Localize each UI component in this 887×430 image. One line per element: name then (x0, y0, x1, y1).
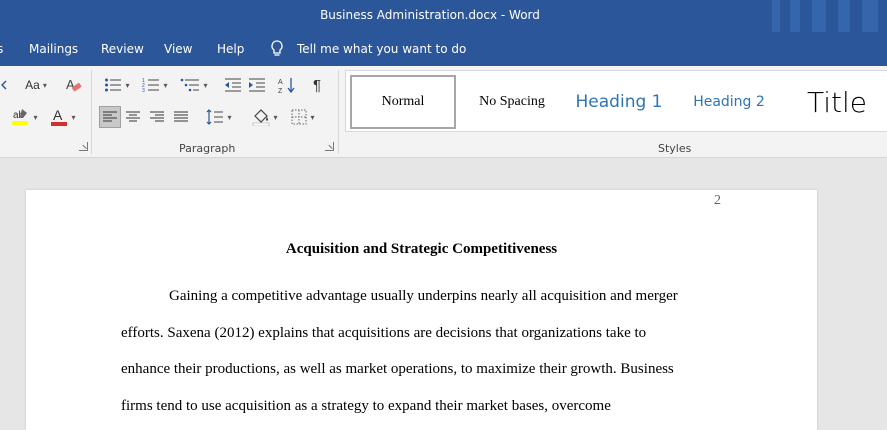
clear-formatting-button[interactable]: A (62, 74, 84, 96)
styles-group-label: Styles (658, 142, 692, 155)
borders-icon (291, 109, 307, 125)
tab-review[interactable]: Review (101, 42, 144, 56)
line-spacing-icon (207, 109, 224, 125)
font-color-icon: A (51, 107, 68, 126)
decrease-indent-button[interactable] (222, 74, 244, 96)
justify-button[interactable] (170, 106, 192, 128)
chevron-down-icon: ▾ (33, 112, 38, 122)
align-left-button[interactable] (99, 106, 121, 128)
paragraph-dialog-launcher-icon[interactable] (325, 142, 334, 151)
align-right-icon (150, 111, 164, 122)
body-line: enhance their productions, as well as ma… (121, 361, 674, 377)
ribbon-tabs: s Mailings Review View Help Tell me what… (0, 32, 887, 66)
chevron-down-icon: ▾ (71, 112, 76, 122)
shading-button[interactable]: ▾ (248, 106, 282, 128)
clear-formatting-icon: A (66, 77, 82, 92)
style-normal[interactable]: Normal (350, 75, 456, 129)
tab-view[interactable]: View (164, 42, 192, 56)
font-color-button[interactable]: A ▾ (46, 106, 80, 128)
change-case-label: Aa (25, 78, 40, 92)
multilevel-list-icon (181, 78, 200, 92)
multilevel-list-button[interactable]: ▾ (176, 74, 212, 96)
increase-indent-button[interactable] (246, 74, 268, 96)
styles-gallery: Normal No Spacing Heading 1 Heading 2 Ti… (345, 70, 887, 132)
chevron-down-icon: ▾ (42, 80, 47, 90)
sort-button[interactable]: AZ (276, 74, 298, 96)
svg-text:Z: Z (278, 88, 283, 94)
body-line: Gaining a competitive advantage usually … (169, 288, 678, 304)
chevron-down-icon: ▾ (203, 80, 208, 90)
line-spacing-button[interactable]: ▾ (202, 106, 236, 128)
style-title[interactable]: Title (792, 75, 882, 129)
title-bar-decoration (862, 0, 878, 32)
chevron-down-icon: ▾ (227, 112, 232, 122)
chevron-down-icon: ▾ (163, 80, 168, 90)
chevron-down-icon: ▾ (310, 112, 315, 122)
style-heading-2[interactable]: Heading 2 (684, 75, 774, 129)
ribbon: Aa ▾ A ab ▾ A ▾ ▾ 123 ▾ ▾ AZ ¶ ▾ ▾ ▾ Par… (0, 66, 887, 158)
style-heading-1[interactable]: Heading 1 (568, 75, 670, 129)
show-formatting-marks-button[interactable]: ¶ (306, 74, 328, 96)
borders-button[interactable]: ▾ (286, 106, 320, 128)
body-line: efforts. Saxena (2012) explains that acq… (121, 325, 647, 341)
document-canvas: 2 Acquisition and Strategic Competitiven… (0, 158, 887, 430)
align-left-icon (103, 111, 117, 122)
svg-text:A: A (278, 79, 283, 86)
lightbulb-icon[interactable] (270, 40, 284, 57)
highlighter-icon: ab (12, 109, 29, 125)
document-title: Acquisition and Strategic Competitivenes… (285, 241, 558, 257)
tell-me-search[interactable]: Tell me what you want to do (297, 42, 466, 56)
svg-text:3: 3 (142, 88, 145, 93)
bullets-icon (105, 78, 122, 92)
page-number: 2 (714, 193, 721, 208)
increase-indent-icon (249, 78, 265, 92)
highlight-color-button[interactable]: ab ▾ (6, 106, 42, 128)
decrease-indent-icon (225, 78, 241, 92)
sort-icon: AZ (278, 78, 295, 94)
align-center-button[interactable] (122, 106, 144, 128)
title-bar: Business Administration.docx - Word (0, 0, 887, 32)
paint-bucket-icon (253, 109, 270, 126)
font-dialog-launcher-icon[interactable] (79, 142, 88, 151)
tab-help[interactable]: Help (217, 42, 244, 56)
chevron-down-icon: ▾ (125, 80, 130, 90)
document-page[interactable]: 2 Acquisition and Strategic Competitiven… (26, 190, 817, 430)
change-case-button[interactable]: Aa ▾ (16, 74, 56, 96)
chevron-down-icon: ▾ (273, 112, 278, 122)
tab-mailings[interactable]: Mailings (29, 42, 78, 56)
tab-previous-edge[interactable]: s (0, 42, 3, 56)
body-line: firms tend to use acquisition as a strat… (121, 398, 611, 414)
window-title: Business Administration.docx - Word (320, 8, 540, 22)
numbering-icon: 123 (142, 78, 160, 93)
group-separator (91, 70, 92, 154)
justify-icon (174, 111, 188, 122)
align-center-icon (126, 111, 140, 122)
paragraph-group-label: Paragraph (179, 142, 236, 155)
group-separator (338, 70, 339, 154)
bullets-button[interactable]: ▾ (100, 74, 134, 96)
scroll-left-icon[interactable] (0, 74, 8, 96)
style-no-spacing[interactable]: No Spacing (464, 75, 560, 129)
svg-text:A: A (53, 107, 63, 123)
numbering-button[interactable]: 123 ▾ (138, 74, 172, 96)
align-right-button[interactable] (146, 106, 168, 128)
